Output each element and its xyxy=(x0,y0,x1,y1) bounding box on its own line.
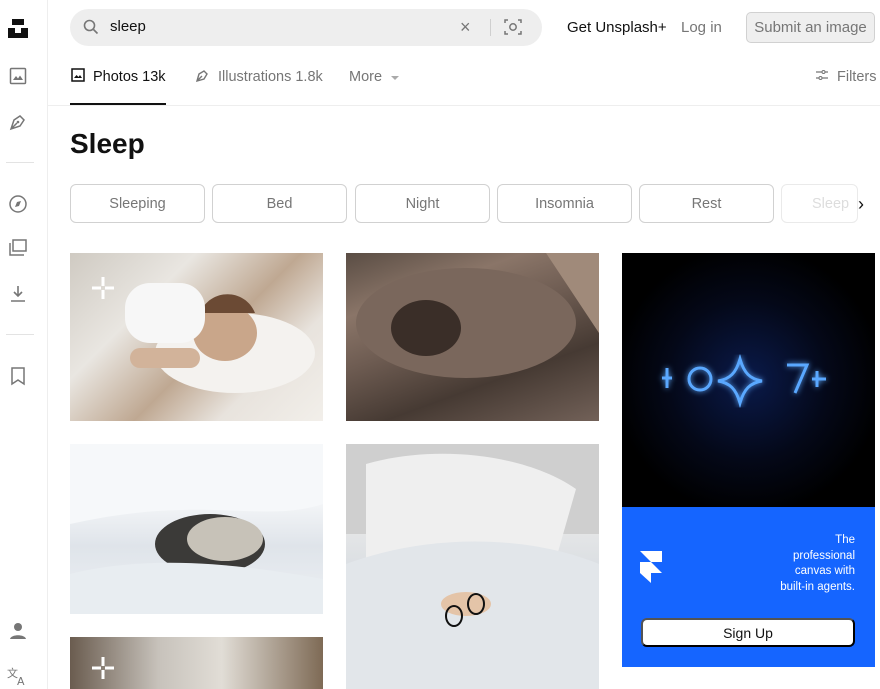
clear-search-icon[interactable]: × xyxy=(460,17,471,37)
submit-image-button[interactable]: Submit an image xyxy=(746,12,875,43)
photo-man-sleeping-pillow[interactable] xyxy=(70,253,323,421)
image-icon xyxy=(71,68,85,86)
tab-illustrations[interactable]: Illustrations 1.8k xyxy=(195,67,323,87)
filters-label: Filters xyxy=(837,69,877,85)
bookmark-icon[interactable] xyxy=(6,364,30,388)
search-input[interactable]: sleep xyxy=(110,18,146,35)
page-title: Sleep xyxy=(70,128,145,159)
pen-tool-icon[interactable] xyxy=(6,110,30,134)
tab-more[interactable]: More xyxy=(349,67,400,87)
translate-icon[interactable]: 文A xyxy=(6,664,30,688)
chip-sleeping[interactable]: Sleeping xyxy=(70,184,205,223)
download-icon[interactable] xyxy=(6,282,30,306)
unsplash-logo[interactable] xyxy=(6,16,30,40)
left-rail: 文A xyxy=(0,0,48,689)
user-icon[interactable] xyxy=(6,619,30,643)
unsplash-plus-icon xyxy=(90,655,116,686)
glowing-shapes-illustration xyxy=(662,353,826,409)
collections-icon[interactable] xyxy=(6,236,30,260)
tab-photos[interactable]: Photos 13k xyxy=(71,67,166,87)
photo-person-under-blanket[interactable] xyxy=(346,253,599,421)
tab-label: More xyxy=(349,69,383,85)
photo-person-in-bed-partial[interactable] xyxy=(70,637,323,689)
tab-label: Illustrations 1.8k xyxy=(218,69,323,85)
rail-divider xyxy=(6,334,34,335)
search-bar[interactable]: sleep × xyxy=(70,9,542,46)
svg-text:A: A xyxy=(17,675,25,686)
chip-sleep[interactable]: Sleep xyxy=(781,184,858,223)
photo-illustration xyxy=(125,283,315,393)
chip-rest[interactable]: Rest xyxy=(639,184,774,223)
get-unsplash-plus-link[interactable]: Get Unsplash+ xyxy=(567,19,667,36)
chevron-down-icon xyxy=(390,69,400,85)
header-divider xyxy=(48,105,880,106)
photo-cat-in-duvet[interactable] xyxy=(70,444,323,614)
photo-pillow-over-head[interactable] xyxy=(346,444,599,689)
photo-illustration xyxy=(356,253,599,378)
rail-divider xyxy=(6,162,34,163)
image-icon[interactable] xyxy=(6,64,30,88)
ad-image[interactable] xyxy=(622,253,875,507)
photo-illustration xyxy=(346,444,599,689)
chip-bed[interactable]: Bed xyxy=(212,184,347,223)
ad-banner[interactable]: The professional canvas with built-in ag… xyxy=(622,507,875,667)
search-divider xyxy=(490,19,491,36)
compass-icon[interactable] xyxy=(6,192,30,216)
framer-logo-icon xyxy=(640,551,662,588)
chip-night[interactable]: Night xyxy=(355,184,490,223)
pen-tool-icon xyxy=(195,68,210,87)
photo-illustration xyxy=(70,444,323,614)
search-icon[interactable] xyxy=(83,19,99,40)
filters-button[interactable]: Filters xyxy=(815,67,876,87)
chip-insomnia[interactable]: Insomnia xyxy=(497,184,632,223)
sign-up-button[interactable]: Sign Up xyxy=(641,618,855,647)
visual-search-icon[interactable] xyxy=(504,18,522,41)
login-link[interactable]: Log in xyxy=(681,19,722,36)
filter-icon xyxy=(815,68,829,86)
ad-text: The professional canvas with built-in ag… xyxy=(780,534,855,593)
tab-label: Photos 13k xyxy=(93,69,166,85)
chevron-right-icon[interactable]: › xyxy=(858,194,864,215)
